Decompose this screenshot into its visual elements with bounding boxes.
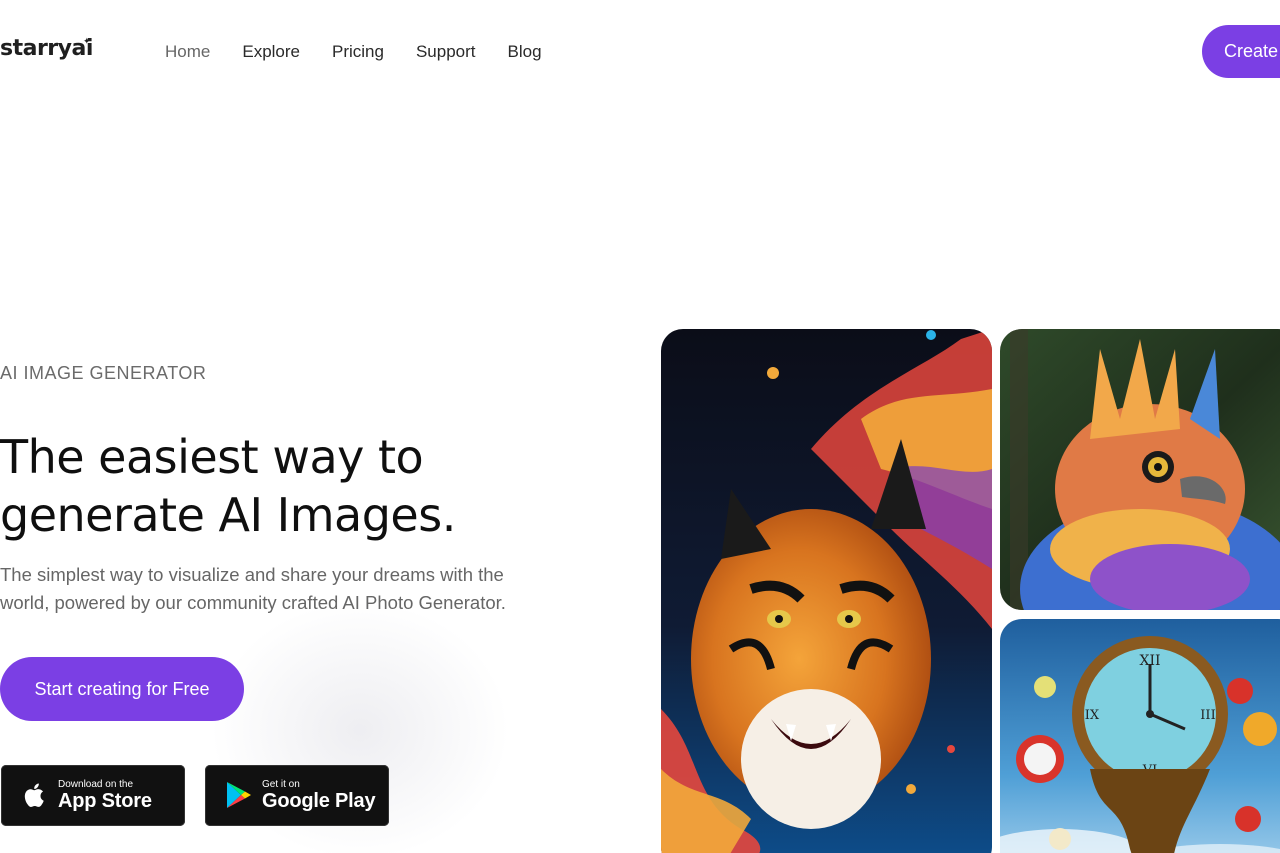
google-play-icon (227, 782, 251, 808)
bird-image[interactable] (1000, 329, 1280, 610)
svg-text:III: III (1200, 708, 1215, 723)
bird-artwork (1000, 329, 1280, 610)
subtext-line-2: world, powered by our community crafted … (0, 592, 506, 613)
subtext-line-1: The simplest way to visualize and share … (0, 564, 504, 585)
hero-headline: The easiest way to generate AI Images. (0, 428, 560, 544)
hero-subtext: The simplest way to visualize and share … (0, 561, 600, 617)
eyebrow-label: AI IMAGE GENERATOR (0, 363, 207, 383)
start-creating-button[interactable]: Start creating for Free (0, 657, 244, 721)
headline-line-2: generate AI Images. (0, 488, 456, 542)
nav-home[interactable]: Home (165, 42, 210, 62)
app-store-big-text: App Store (58, 790, 152, 812)
logo-sparkle-icon: ✦ (83, 36, 91, 46)
apple-icon (24, 783, 44, 807)
page: starryai ✦ Home Explore Pricing Support … (0, 0, 1280, 853)
logo[interactable]: starryai (0, 36, 93, 61)
create-button[interactable]: Create (1202, 25, 1280, 78)
nav-pricing[interactable]: Pricing (332, 42, 384, 62)
nav-support[interactable]: Support (416, 42, 476, 62)
svg-text:XII: XII (1139, 653, 1160, 669)
melting-clock-image[interactable]: XII III VI IX (1000, 619, 1280, 853)
app-store-badge[interactable]: Download on the App Store (1, 765, 185, 826)
app-store-small-text: Download on the (58, 779, 134, 790)
google-play-small-text: Get it on (262, 779, 300, 790)
main-nav: Home Explore Pricing Support Blog (165, 42, 574, 62)
google-play-badge[interactable]: Get it on Google Play (205, 765, 389, 826)
nav-blog[interactable]: Blog (508, 42, 542, 62)
nav-explore[interactable]: Explore (242, 42, 300, 62)
headline-line-1: The easiest way to (0, 430, 424, 484)
clock-artwork: XII III VI IX (1000, 619, 1280, 853)
svg-text:IX: IX (1085, 708, 1100, 723)
tiger-image[interactable] (661, 329, 992, 853)
tiger-artwork (661, 329, 992, 853)
google-play-big-text: Google Play (262, 790, 376, 812)
